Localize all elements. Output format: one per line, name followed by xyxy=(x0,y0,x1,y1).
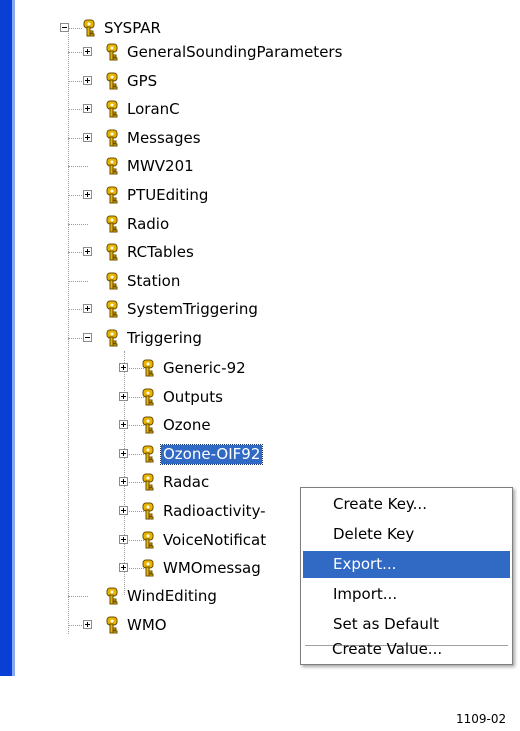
tree-node-radio[interactable]: Radio xyxy=(83,212,171,236)
tree-node-systemtriggering[interactable]: SystemTriggering xyxy=(83,297,260,321)
registry-key-icon xyxy=(141,531,159,549)
expand-icon[interactable] xyxy=(119,420,128,430)
tree-node-label: Generic-92 xyxy=(163,359,246,377)
menu-delete-key[interactable]: Delete Key xyxy=(303,521,510,548)
tree-node-label: MWV201 xyxy=(127,157,194,176)
figure-reference: 1109-02 xyxy=(456,712,507,726)
registry-key-icon xyxy=(105,300,123,318)
expand-icon[interactable] xyxy=(83,104,92,114)
expand-icon[interactable] xyxy=(119,563,128,573)
tree-node-label: SystemTriggering xyxy=(127,300,258,319)
collapse-icon[interactable] xyxy=(60,23,69,32)
tree-node-label: LoranC xyxy=(127,100,180,119)
registry-key-icon xyxy=(105,329,123,347)
tree-node-label: GPS xyxy=(127,71,158,90)
tree-node-label: WMOmessag xyxy=(163,559,261,578)
expand-icon[interactable] xyxy=(83,247,92,257)
tree-node-label: WindEditing xyxy=(127,587,217,605)
expand-icon[interactable] xyxy=(119,391,128,401)
tree-node-wmo[interactable]: WMO xyxy=(83,613,169,637)
tree-node-label: Station xyxy=(127,271,181,290)
menu-export[interactable]: Export... xyxy=(303,551,510,578)
tree-node-label: Radac xyxy=(163,473,210,492)
menu-import[interactable]: Import... xyxy=(303,581,510,608)
registry-key-icon xyxy=(105,616,123,634)
tree-node-label: Radioactivity- xyxy=(163,502,266,520)
menu-set-as-default[interactable]: Set as Default xyxy=(303,611,510,638)
tree-node-triggering[interactable]: Triggering xyxy=(83,326,204,350)
tree-node-label: Triggering xyxy=(127,329,202,347)
registry-key-icon xyxy=(105,186,123,204)
tree-node-loranc[interactable]: LoranC xyxy=(83,97,182,121)
registry-key-icon xyxy=(105,243,123,261)
expand-icon[interactable] xyxy=(83,190,92,199)
tree-node-label: Messages xyxy=(127,128,201,147)
tree-node-label: Ozone xyxy=(163,416,211,435)
tree-node-generalsoundingparameters[interactable]: GeneralSoundingParameters xyxy=(83,40,344,64)
collapse-icon[interactable] xyxy=(83,333,92,342)
registry-key-icon xyxy=(141,416,159,434)
tree-node-radac[interactable]: Radac xyxy=(119,470,211,494)
tree-node-rctables[interactable]: RCTables xyxy=(83,240,196,264)
tree-node-label: Ozone-OIF92 xyxy=(159,443,264,465)
tree-node-ozone-oif92[interactable]: Ozone-OIF92 xyxy=(119,442,264,466)
tree-node-mwv201[interactable]: MWV201 xyxy=(83,154,196,178)
tree-node-label: WMO xyxy=(127,615,167,634)
registry-key-icon xyxy=(141,445,159,463)
menu-create-value[interactable]: Create Value... xyxy=(302,636,509,663)
expand-icon[interactable] xyxy=(119,506,128,515)
registry-key-icon xyxy=(105,129,123,147)
tree-line-level1 xyxy=(68,28,69,634)
tree-node-label: Radio xyxy=(127,214,170,233)
expand-icon[interactable] xyxy=(119,448,128,458)
tree-node-station[interactable]: Station xyxy=(83,269,182,293)
tree-node-label: Outputs xyxy=(163,387,223,406)
registry-key-icon xyxy=(82,19,100,37)
registry-key-icon xyxy=(105,587,123,605)
tree-node-windediting[interactable]: WindEditing xyxy=(83,584,219,608)
expand-icon[interactable] xyxy=(83,132,92,142)
registry-key-icon xyxy=(141,388,159,406)
registry-key-icon xyxy=(141,359,159,377)
tree-node-label: VoiceNotificat xyxy=(163,530,267,549)
expand-icon[interactable] xyxy=(83,304,92,314)
tree-node-label: SYSPAR xyxy=(104,19,161,37)
expand-icon[interactable] xyxy=(83,47,92,56)
registry-key-icon xyxy=(141,502,159,520)
tree-node-voicenotificat[interactable]: VoiceNotificat xyxy=(119,528,268,552)
tree-node-radioactivity-[interactable]: Radioactivity- xyxy=(119,499,268,523)
registry-key-icon xyxy=(141,559,159,577)
expand-icon[interactable] xyxy=(119,363,128,372)
tree-node-ptuediting[interactable]: PTUEditing xyxy=(83,183,210,207)
registry-key-icon xyxy=(105,157,123,175)
tree-node-gps[interactable]: GPS xyxy=(83,69,159,93)
tree-node-outputs[interactable]: Outputs xyxy=(119,385,225,409)
registry-key-icon xyxy=(105,272,123,290)
registry-key-icon xyxy=(105,72,123,90)
registry-key-icon xyxy=(105,43,123,61)
tree-node-label: RCTables xyxy=(127,243,194,262)
tree-node-ozone[interactable]: Ozone xyxy=(119,413,213,437)
registry-key-icon xyxy=(105,215,123,233)
registry-key-icon xyxy=(105,100,123,118)
tree-node-label: PTUEditing xyxy=(127,186,209,204)
menu-create-key[interactable]: Create Key... xyxy=(303,491,510,518)
tree-node-wmomessag[interactable]: WMOmessag xyxy=(119,556,263,580)
expand-icon[interactable] xyxy=(119,477,128,487)
expand-icon[interactable] xyxy=(119,534,128,544)
tree-node-generic-92[interactable]: Generic-92 xyxy=(119,356,248,380)
registry-key-icon xyxy=(141,473,159,491)
tree-node-messages[interactable]: Messages xyxy=(83,126,203,150)
expand-icon[interactable] xyxy=(83,75,92,85)
tree-node-label: GeneralSoundingParameters xyxy=(127,43,343,61)
tree-node-syspar[interactable]: SYSPAR xyxy=(60,16,163,40)
expand-icon[interactable] xyxy=(83,619,92,629)
